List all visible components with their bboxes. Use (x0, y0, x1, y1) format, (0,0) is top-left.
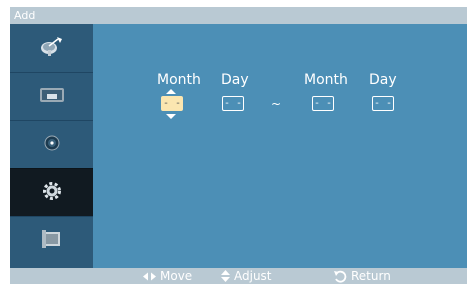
input-source-icon (40, 228, 64, 254)
return-hint: Return (333, 269, 391, 283)
move-hint: Move (143, 269, 192, 283)
move-hint-label: Move (160, 269, 193, 283)
adjust-hint: Adjust (221, 269, 272, 283)
sidebar-item-input[interactable] (10, 216, 93, 264)
gear-icon (41, 180, 63, 206)
return-hint-label: Return (351, 269, 391, 283)
range-separator: ~ (271, 97, 282, 111)
start-month-field[interactable]: - - (161, 96, 183, 111)
date-range-panel: Month Day Month Day - - - - ~ - - - - (93, 24, 467, 268)
sidebar (10, 24, 93, 268)
up-down-arrow-icon (221, 270, 230, 282)
increase-arrow[interactable] (166, 89, 176, 94)
picture-icon (38, 85, 66, 109)
start-day-label: Day (221, 72, 249, 88)
window-title: Add (14, 9, 36, 22)
sidebar-item-channel[interactable] (10, 24, 93, 72)
end-month-field[interactable]: - - (312, 96, 334, 111)
sidebar-item-sound[interactable] (10, 120, 93, 168)
satellite-dish-icon (38, 35, 66, 61)
sound-icon (42, 133, 62, 157)
decrease-arrow[interactable] (166, 114, 176, 119)
help-bar: Move Adjust Return (10, 268, 467, 284)
osd-window: Add Month Day Month Day - - - - ~ - - - … (10, 7, 467, 284)
adjust-hint-label: Adjust (234, 269, 272, 283)
sidebar-item-setup[interactable] (10, 168, 93, 216)
left-right-arrow-icon (143, 272, 156, 281)
sidebar-item-picture[interactable] (10, 72, 93, 120)
start-month-label: Month (157, 72, 201, 88)
end-day-field[interactable]: - - (372, 96, 394, 111)
return-arrow-icon (333, 270, 347, 283)
end-day-label: Day (369, 72, 397, 88)
end-month-label: Month (304, 72, 348, 88)
start-day-field[interactable]: - - (222, 96, 244, 111)
title-bar: Add (10, 7, 467, 24)
